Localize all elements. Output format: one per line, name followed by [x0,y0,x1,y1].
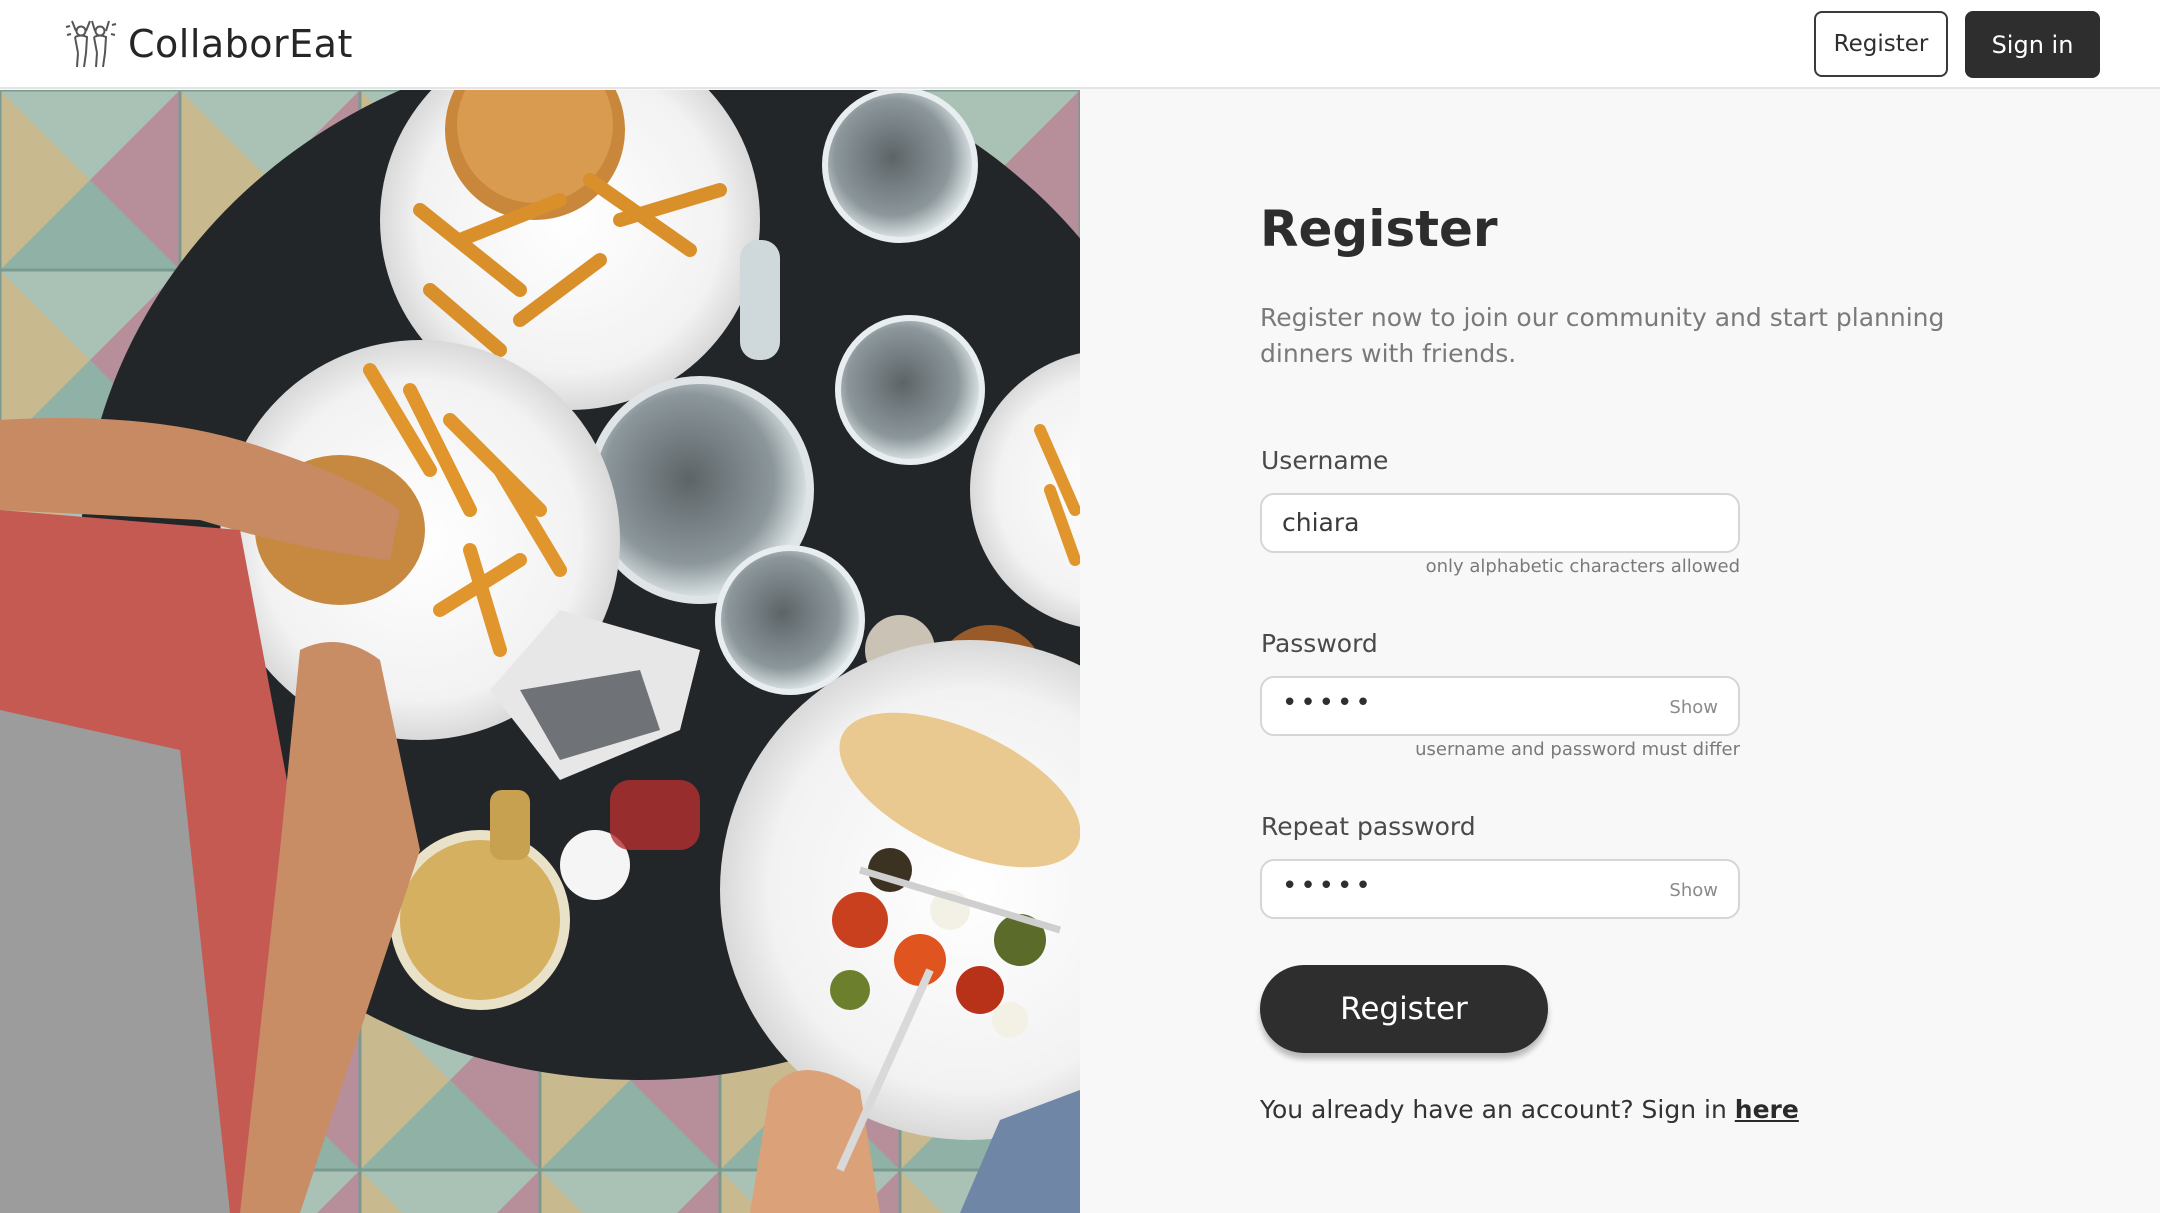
dinner-table-illustration [0,90,1080,1213]
username-label: Username [1261,446,1389,475]
brand[interactable]: CollaborEat [64,12,353,76]
repeat-password-field[interactable]: ••••• Show [1260,859,1740,919]
brand-name: CollaborEat [128,22,353,66]
register-submit-button[interactable]: Register [1260,965,1548,1053]
password-label: Password [1261,629,1378,658]
page-title: Register [1260,200,1498,258]
password-show-toggle[interactable]: Show [1669,697,1718,718]
password-value: ••••• [1282,688,1374,718]
hero-photo [0,90,1080,1213]
repeat-password-value: ••••• [1282,871,1374,901]
password-field[interactable]: ••••• Show [1260,676,1740,736]
repeat-password-label: Repeat password [1261,812,1476,841]
signin-prompt-text: You already have an account? Sign in [1260,1095,1727,1124]
password-hint: username and password must differ [1415,739,1740,760]
page-subtitle: Register now to join our community and s… [1260,303,1945,368]
signin-here-link[interactable]: here [1735,1095,1799,1124]
top-navbar: CollaborEat Register Sign in [0,0,2160,89]
people-cheering-icon [65,20,117,68]
header-register-button[interactable]: Register [1814,11,1948,77]
username-hint: only alphabetic characters allowed [1425,556,1740,577]
username-value: chiara [1282,508,1360,537]
signin-prompt: You already have an account? Sign in her… [1260,1095,1799,1124]
repeat-password-show-toggle[interactable]: Show [1669,880,1718,901]
header-signin-button[interactable]: Sign in [1965,11,2100,78]
username-field[interactable]: chiara [1260,493,1740,553]
